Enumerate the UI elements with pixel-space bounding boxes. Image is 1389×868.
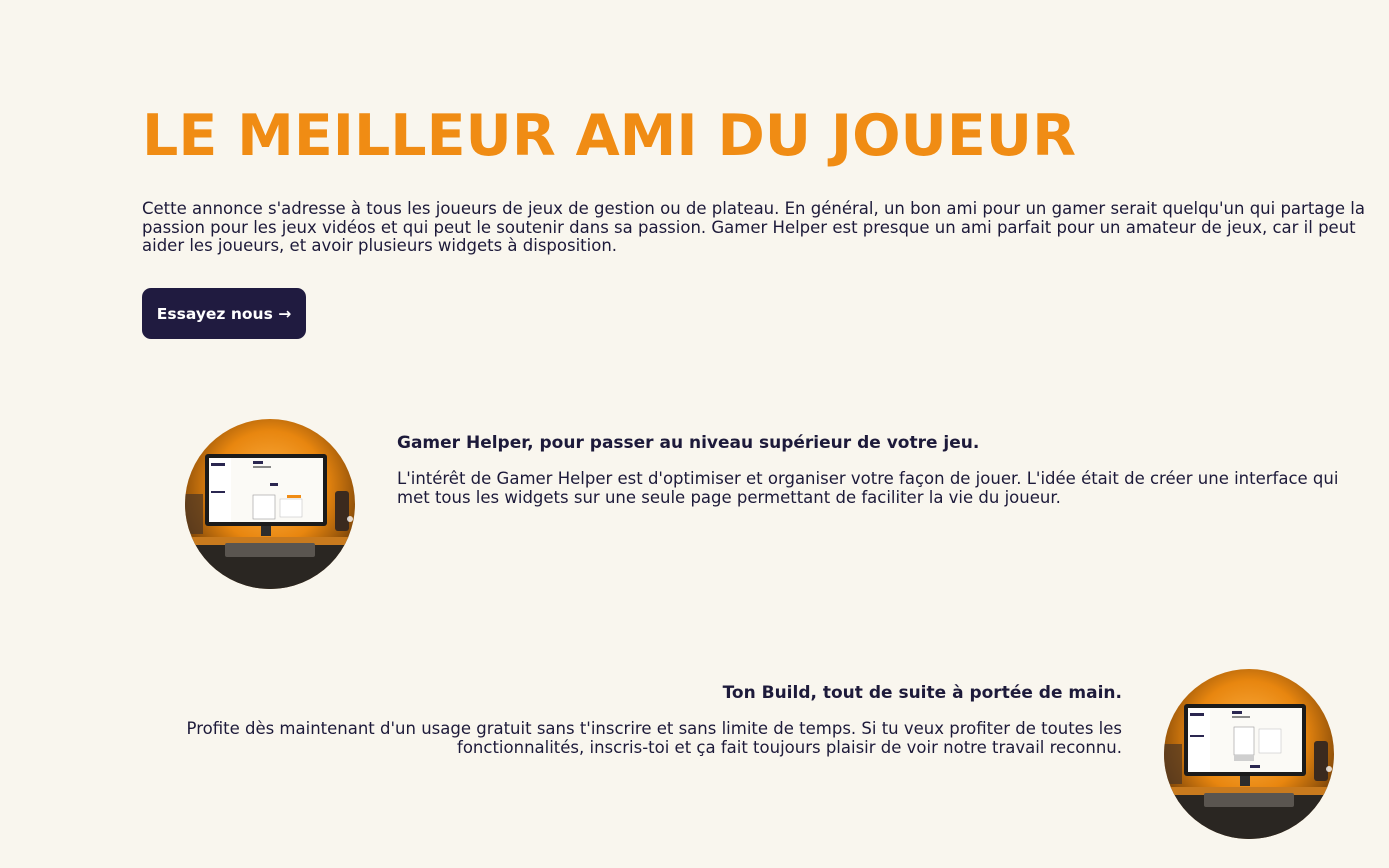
feature-1-text: L'intérêt de Gamer Helper est d'optimise… bbox=[397, 469, 1339, 507]
hero-description: Cette annonce s'adresse à tous les joueu… bbox=[142, 199, 1365, 255]
feature-2-text: Profite dès maintenant d'un usage gratui… bbox=[186, 719, 1122, 757]
feature-2-title: Ton Build, tout de suite à portée de mai… bbox=[722, 683, 1122, 703]
hero-title: LE MEILLEUR AMI DU JOUEUR bbox=[142, 103, 1076, 169]
desk-computer-image bbox=[185, 419, 355, 589]
feature-1-title: Gamer Helper, pour passer au niveau supé… bbox=[397, 433, 980, 453]
landing-page: LE MEILLEUR AMI DU JOUEUR Cette annonce … bbox=[0, 0, 1389, 868]
desk-computer-image bbox=[1164, 669, 1334, 839]
try-us-button[interactable]: Essayez nous → bbox=[142, 288, 306, 339]
